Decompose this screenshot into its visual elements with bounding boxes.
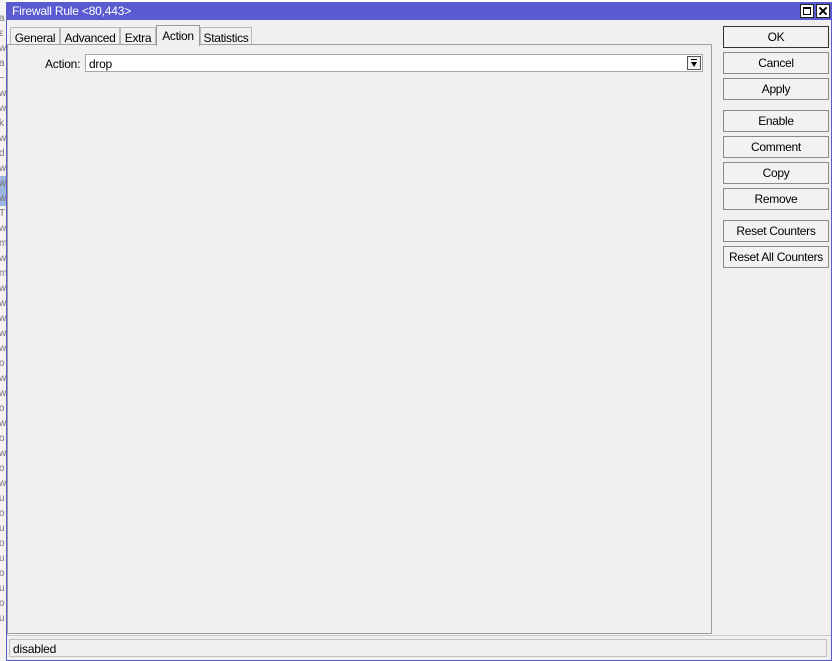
background-list-glyph: o [0,598,5,609]
background-list-glyph: u [0,493,5,504]
maximize-icon[interactable] [800,4,814,18]
background-list-glyph: o [0,358,5,369]
background-list-glyph: k [0,118,4,129]
background-list-glyph: ~ [0,73,5,84]
background-list-glyph: u [0,613,5,624]
cancel-button[interactable]: Cancel [723,52,829,74]
tab-extra[interactable]: Extra [120,27,156,45]
remove-button[interactable]: Remove [723,188,829,210]
comment-button[interactable]: Comment [723,136,829,158]
title-bar[interactable]: Firewall Rule <80,443> [7,2,831,20]
firewall-rule-window: Firewall Rule <80,443> General Advanced … [6,2,832,661]
tab-statistics[interactable]: Statistics [200,27,252,45]
status-text: disabled [13,642,57,656]
background-list-glyph: o [0,463,5,474]
background-list-glyph: u [0,583,5,594]
tab-general[interactable]: General [10,27,60,45]
background-list-glyph: ε [0,28,4,39]
background-list-glyph: a [0,58,5,69]
background-list-glyph: o [0,403,5,414]
action-label: Action: [45,57,81,71]
dropdown-arrow-icon[interactable] [687,56,701,70]
background-list-glyph: u [0,523,5,534]
action-tab-panel [7,44,712,634]
action-value: drop [89,57,112,71]
status-cell: disabled [9,639,827,657]
enable-button[interactable]: Enable [723,110,829,132]
background-list-glyph: o [0,508,5,519]
background-list-glyph: o [0,538,5,549]
reset-counters-button[interactable]: Reset Counters [723,220,829,242]
background-list-glyph: T [0,208,6,219]
tab-advanced[interactable]: Advanced [60,27,120,45]
background-list-glyph: a [0,13,5,24]
background-list-glyph: d [0,148,5,159]
tab-action[interactable]: Action [156,25,200,46]
reset-all-counters-button[interactable]: Reset All Counters [723,246,829,268]
status-bar: disabled [7,635,831,660]
apply-button[interactable]: Apply [723,78,829,100]
background-list-glyph: o [0,568,5,579]
close-icon[interactable] [816,4,830,18]
ok-button[interactable]: OK [723,26,829,48]
background-list-glyph: o [0,433,5,444]
copy-button[interactable]: Copy [723,162,829,184]
background-list-glyph: u [0,553,5,564]
action-select[interactable]: drop [85,54,703,72]
window-title: Firewall Rule <80,443> [12,4,132,18]
